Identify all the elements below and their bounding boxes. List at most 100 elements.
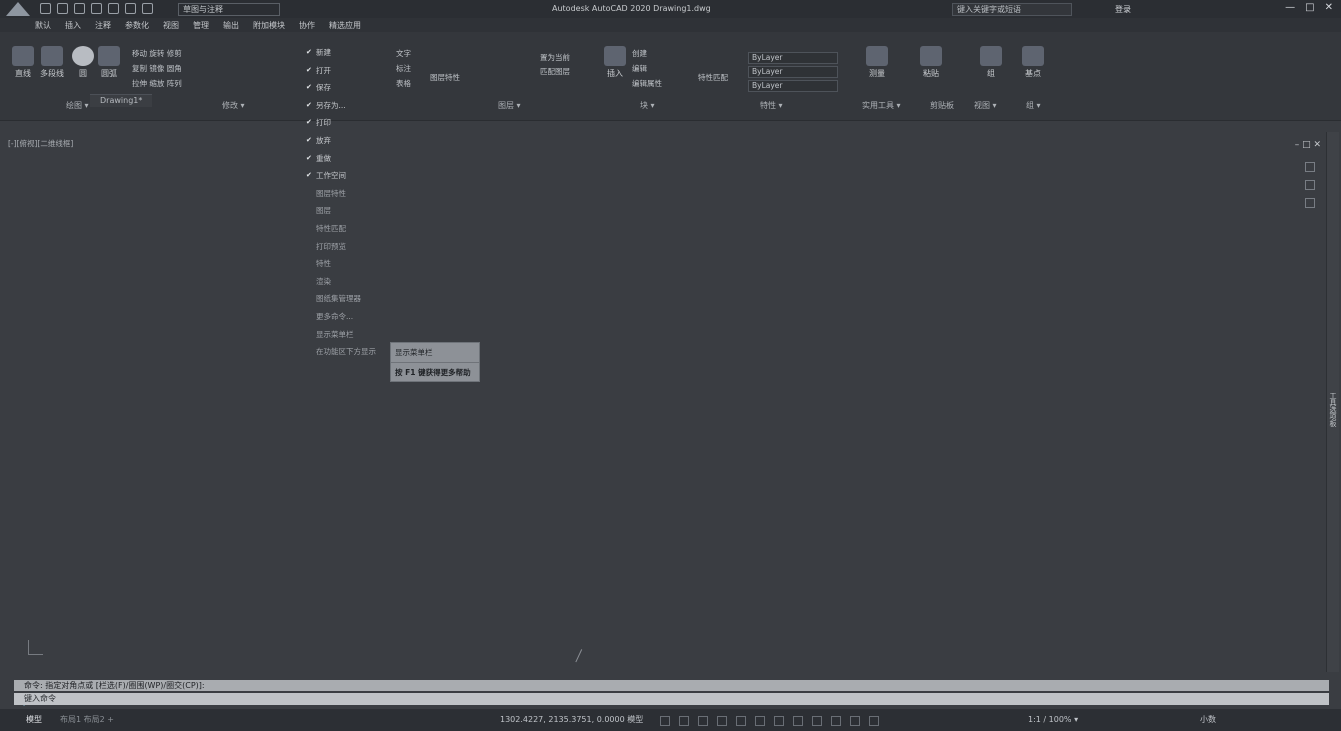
panel-block[interactable]: 块 ▾ <box>640 100 655 111</box>
edit-block-button[interactable]: 编辑 <box>632 63 647 74</box>
ortho-icon[interactable] <box>698 716 708 726</box>
zoom-icon[interactable] <box>1305 198 1315 208</box>
search-input[interactable]: 键入关键字或短语 <box>952 3 1072 16</box>
menu-item-layer-properties[interactable]: 图层特性 <box>306 185 398 203</box>
circle-button[interactable]: 圆 <box>72 46 94 79</box>
menu-item-workspace[interactable]: 工作空间 <box>306 167 398 185</box>
new-file-icon[interactable] <box>40 3 51 14</box>
dimension-button[interactable]: 标注 <box>396 63 411 74</box>
paste-button[interactable]: 粘贴 <box>920 46 942 79</box>
create-block-button[interactable]: 创建 <box>632 48 647 59</box>
panel-view[interactable]: 视图 ▾ <box>974 100 997 111</box>
tab-output[interactable]: 输出 <box>223 20 239 31</box>
arc-button[interactable]: 圆弧 <box>98 46 120 79</box>
tab-default[interactable]: 默认 <box>35 20 51 31</box>
units-select[interactable]: 小数 <box>1200 709 1216 731</box>
viewcube-icon[interactable] <box>1305 162 1315 172</box>
line-icon <box>12 46 34 66</box>
open-file-icon[interactable] <box>57 3 68 14</box>
menu-item-more-commands[interactable]: 更多命令... <box>306 308 398 326</box>
viewport-controls-label[interactable]: [-][俯视][二维线框] <box>8 138 73 149</box>
menu-item-plot-preview[interactable]: 打印预览 <box>306 238 398 256</box>
object-snap-icon[interactable] <box>774 716 784 726</box>
panel-utilities[interactable]: 实用工具 ▾ <box>862 100 901 111</box>
menu-item-save[interactable]: 保存 <box>306 79 398 97</box>
save-icon[interactable] <box>74 3 85 14</box>
modify-row-1[interactable]: 移动 旋转 修剪 <box>132 48 182 59</box>
object-snap-tracking-icon[interactable] <box>755 716 765 726</box>
color-select[interactable]: ByLayer <box>748 52 838 64</box>
panel-layers[interactable]: 图层 ▾ <box>498 100 521 111</box>
layer-properties-button[interactable]: 图层特性 <box>430 72 460 83</box>
workspace-select[interactable]: 草图与注释 <box>178 3 280 16</box>
panel-draw[interactable]: 绘图 ▾ <box>66 100 89 111</box>
menu-item-match-properties[interactable]: 特性匹配 <box>306 220 398 238</box>
menu-item-layer[interactable]: 图层 <box>306 202 398 220</box>
autocad-logo-icon[interactable] <box>6 2 30 16</box>
lineweight-icon[interactable] <box>793 716 803 726</box>
tab-annotate[interactable]: 注释 <box>95 20 111 31</box>
tab-parametric[interactable]: 参数化 <box>125 20 149 31</box>
tab-insert[interactable]: 插入 <box>65 20 81 31</box>
menu-item-open[interactable]: 打开 <box>306 62 398 80</box>
file-tab-drawing1[interactable]: Drawing1* <box>90 94 153 107</box>
measure-button[interactable]: 测量 <box>866 46 888 79</box>
panel-properties[interactable]: 特性 ▾ <box>760 100 783 111</box>
maximize-button[interactable]: □ <box>1305 2 1314 13</box>
set-current-button[interactable]: 置为当前 <box>540 52 570 63</box>
grid-icon[interactable] <box>660 716 670 726</box>
modify-row-3[interactable]: 拉伸 缩放 阵列 <box>132 78 182 89</box>
menu-item-show-menu-bar[interactable]: 显示菜单栏 <box>306 326 398 344</box>
annotation-scale[interactable]: 1:1 / 100% ▾ <box>1028 709 1078 731</box>
tab-addins[interactable]: 附加模块 <box>253 20 285 31</box>
save-as-icon[interactable] <box>91 3 102 14</box>
layout-tabs[interactable]: 布局1 布局2 + <box>60 709 114 731</box>
polar-icon[interactable] <box>717 716 727 726</box>
tab-view[interactable]: 视图 <box>163 20 179 31</box>
sign-in-button[interactable]: 登录 <box>1115 4 1131 15</box>
pan-icon[interactable] <box>1305 180 1315 190</box>
close-button[interactable]: ✕ <box>1325 2 1333 13</box>
menu-item-properties[interactable]: 特性 <box>306 255 398 273</box>
menu-item-undo[interactable]: 放弃 <box>306 132 398 150</box>
polyline-button[interactable]: 多段线 <box>40 46 64 79</box>
command-input[interactable]: 键入命令 <box>14 693 1329 705</box>
tab-collaborate[interactable]: 协作 <box>299 20 315 31</box>
viewport-window-controls[interactable]: – □ ✕ <box>1295 140 1321 150</box>
menu-item-plot[interactable]: 打印 <box>306 114 398 132</box>
print-icon[interactable] <box>108 3 119 14</box>
annotation-visibility-icon[interactable] <box>850 716 860 726</box>
table-button[interactable]: 表格 <box>396 78 411 89</box>
group-button[interactable]: 组 <box>980 46 1002 79</box>
tab-manage[interactable]: 管理 <box>193 20 209 31</box>
redo-icon[interactable] <box>142 3 153 14</box>
auto-scale-icon[interactable] <box>869 716 879 726</box>
menu-item-new[interactable]: 新建 <box>306 44 398 62</box>
match-properties-button[interactable]: 特性匹配 <box>698 72 728 83</box>
minimize-button[interactable]: — <box>1285 2 1295 13</box>
menu-item-render[interactable]: 渲染 <box>306 273 398 291</box>
text-button[interactable]: 文字 <box>396 48 411 59</box>
snap-icon[interactable] <box>679 716 689 726</box>
isodraft-icon[interactable] <box>736 716 746 726</box>
undo-icon[interactable] <box>125 3 136 14</box>
tab-model[interactable]: 模型 <box>26 709 42 731</box>
menu-item-show-below-ribbon[interactable]: 在功能区下方显示 <box>306 343 398 361</box>
base-point-button[interactable]: 基点 <box>1022 46 1044 79</box>
panel-groups[interactable]: 组 ▾ <box>1026 100 1041 111</box>
insert-block-button[interactable]: 插入 <box>604 46 626 79</box>
transparency-icon[interactable] <box>812 716 822 726</box>
tab-featured-apps[interactable]: 精选应用 <box>329 20 361 31</box>
panel-clipboard[interactable]: 剪贴板 <box>930 100 954 111</box>
edit-attributes-button[interactable]: 编辑属性 <box>632 78 662 89</box>
match-layer-button[interactable]: 匹配图层 <box>540 66 570 77</box>
selection-cycling-icon[interactable] <box>831 716 841 726</box>
modify-row-2[interactable]: 复制 镜像 圆角 <box>132 63 182 74</box>
menu-item-save-as[interactable]: 另存为... <box>306 97 398 115</box>
lineweight-select[interactable]: ByLayer <box>748 80 838 92</box>
menu-item-sheet-set-manager[interactable]: 图纸集管理器 <box>306 290 398 308</box>
line-button[interactable]: 直线 <box>12 46 34 79</box>
panel-modify[interactable]: 修改 ▾ <box>222 100 245 111</box>
menu-item-redo[interactable]: 重做 <box>306 150 398 168</box>
linetype-select[interactable]: ByLayer <box>748 66 838 78</box>
